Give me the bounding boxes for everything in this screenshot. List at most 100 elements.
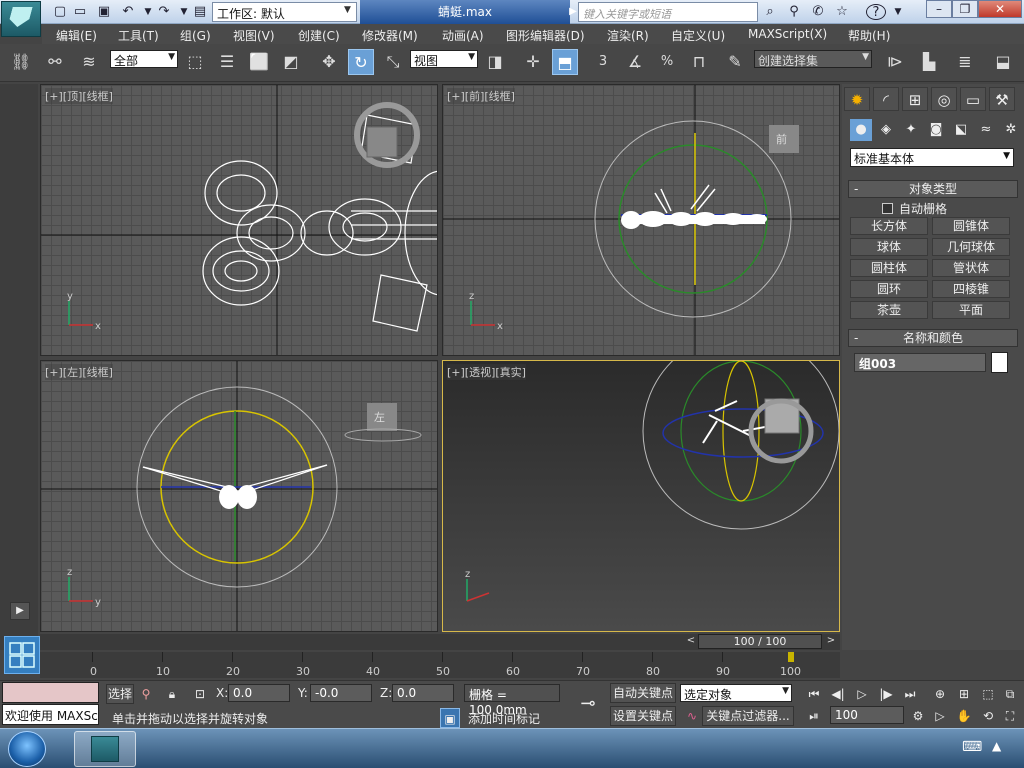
redo-dropdown-icon[interactable]: ▼ xyxy=(176,4,192,20)
maximize-viewport-icon[interactable]: ⛶ xyxy=(1000,706,1020,726)
save-file-icon[interactable]: ▣ xyxy=(96,4,112,20)
viewport-left[interactable]: [+][左][线框] 左 z y xyxy=(40,360,438,632)
window-crossing-icon[interactable]: ◩ xyxy=(278,49,304,75)
angle-snap-icon[interactable]: ∡ xyxy=(622,49,648,75)
bind-space-warp-icon[interactable]: ≋ xyxy=(76,49,102,75)
pan-icon[interactable]: ✋ xyxy=(954,706,974,726)
zoom-extents-all-icon[interactable]: ⧉ xyxy=(1000,684,1020,704)
motion-tab-icon[interactable]: ◎ xyxy=(931,87,957,111)
orbit-icon[interactable]: ⟲ xyxy=(978,706,998,726)
start-button[interactable] xyxy=(8,731,46,767)
menu-group[interactable]: 组(G) xyxy=(180,27,211,44)
taskbar-3dsmax-button[interactable] xyxy=(74,731,136,767)
redo-icon[interactable]: ↷ xyxy=(156,4,172,20)
menu-views[interactable]: 视图(V) xyxy=(233,27,275,44)
undo-icon[interactable]: ↶ xyxy=(120,4,136,20)
expand-arrow-icon[interactable]: ▶ xyxy=(10,602,30,620)
lights-icon[interactable]: ✦ xyxy=(900,119,922,141)
maxscript-listener-input[interactable]: 欢迎使用 MAXScr xyxy=(2,704,99,725)
utilities-tab-icon[interactable]: ⚒ xyxy=(989,87,1015,111)
go-to-end-icon[interactable]: ⏭ xyxy=(900,684,920,704)
time-configuration-icon[interactable]: ⚙ xyxy=(908,706,928,726)
cameras-icon[interactable]: ◙ xyxy=(925,119,947,141)
viewport-top[interactable]: [+][顶][线框] y x xyxy=(40,84,438,356)
selection-filter-dropdown[interactable]: 全部 ▼ xyxy=(110,50,178,68)
zoom-all-icon[interactable]: ⊞ xyxy=(954,684,974,704)
layer-manager-icon[interactable]: ≣ xyxy=(952,49,978,75)
viewport-layout-button[interactable] xyxy=(4,636,40,674)
app-logo-button[interactable] xyxy=(1,1,41,37)
cone-button[interactable]: 圆锥体 xyxy=(932,217,1010,235)
subscription-icon[interactable]: ⚲ xyxy=(786,4,802,20)
close-button[interactable]: ✕ xyxy=(978,0,1022,18)
menu-graph-editors[interactable]: 图形编辑器(D) xyxy=(506,27,585,44)
key-mode-dropdown[interactable]: 选定对象 ▼ xyxy=(680,684,792,702)
keyboard-shortcut-override-icon[interactable]: ⬒ xyxy=(552,49,578,75)
create-tab-icon[interactable]: ✹ xyxy=(844,87,870,111)
shapes-icon[interactable]: ◈ xyxy=(875,119,897,141)
restore-button[interactable]: ❐ xyxy=(952,0,978,18)
pivot-center-icon[interactable]: ◨ xyxy=(482,49,508,75)
time-slider-thumb[interactable]: 100 / 100 xyxy=(698,634,822,649)
open-file-icon[interactable]: ▭ xyxy=(72,4,88,20)
hierarchy-tab-icon[interactable]: ⊞ xyxy=(902,87,928,111)
search-input[interactable]: 键入关键字或短语 xyxy=(578,2,758,22)
key-filters-button[interactable]: 关键点过滤器... xyxy=(702,706,794,726)
geometry-icon[interactable]: ● xyxy=(850,119,872,141)
teapot-button[interactable]: 茶壶 xyxy=(850,301,928,319)
modify-tab-icon[interactable]: ◜ xyxy=(873,87,899,111)
add-time-tag-label[interactable]: 添加时间标记 xyxy=(468,710,540,727)
go-to-start-icon[interactable]: ⏮ xyxy=(804,684,824,704)
reference-coordinate-dropdown[interactable]: 视图 ▼ xyxy=(410,50,478,68)
prev-frame-arrow-icon[interactable]: < xyxy=(684,635,698,649)
scale-icon[interactable]: ⤡ xyxy=(380,49,406,75)
tube-button[interactable]: 管状体 xyxy=(932,259,1010,277)
named-selection-dropdown[interactable]: 创建选择集 ▼ xyxy=(754,50,872,68)
tray-arrow-icon[interactable]: ▲ xyxy=(992,739,1001,753)
help-dropdown-icon[interactable]: ▼ xyxy=(890,4,906,20)
maxscript-listener-output[interactable] xyxy=(2,682,99,703)
menu-customize[interactable]: 自定义(U) xyxy=(671,27,725,44)
systems-icon[interactable]: ✲ xyxy=(1000,119,1022,141)
viewport-front[interactable]: [+][前][线框] 前 z x xyxy=(442,84,840,356)
favorites-star-icon[interactable]: ☆ xyxy=(834,4,850,20)
project-folder-icon[interactable]: ▤ xyxy=(192,4,208,20)
next-frame-arrow-icon[interactable]: > xyxy=(824,635,838,649)
rotate-icon[interactable]: ↻ xyxy=(348,49,374,75)
menu-tools[interactable]: 工具(T) xyxy=(118,27,159,44)
edit-named-selection-icon[interactable]: ✎ xyxy=(722,49,748,75)
isolate-selection-icon[interactable]: ⚲ xyxy=(136,684,156,704)
menu-help[interactable]: 帮助(H) xyxy=(848,27,890,44)
move-icon[interactable]: ✥ xyxy=(316,49,342,75)
pyramid-button[interactable]: 四棱锥 xyxy=(932,280,1010,298)
keyboard-icon[interactable]: ⌨ xyxy=(962,739,982,755)
selection-lock-icon[interactable]: 🔒︎ xyxy=(162,684,182,704)
view-cube-front-label[interactable]: 前 xyxy=(776,132,787,146)
previous-frame-icon[interactable]: ◀| xyxy=(828,684,848,704)
set-key-key-icon[interactable]: ⊸ xyxy=(570,694,606,716)
undo-dropdown-icon[interactable]: ▼ xyxy=(140,4,156,20)
link-icon[interactable]: ⛓ xyxy=(8,49,34,75)
name-color-rollout[interactable]: - 名称和颜色 xyxy=(848,329,1018,347)
menu-rendering[interactable]: 渲染(R) xyxy=(607,27,649,44)
menu-modifiers[interactable]: 修改器(M) xyxy=(362,27,418,44)
field-of-view-icon[interactable]: ▷ xyxy=(930,706,950,726)
object-name-input[interactable]: 组003 xyxy=(854,353,986,372)
menu-maxscript[interactable]: MAXScript(X) xyxy=(748,27,827,41)
x-coordinate-input[interactable]: 0.0 xyxy=(228,684,290,702)
viewport-perspective[interactable]: [+][透视][真实] z xyxy=(442,360,840,632)
cylinder-button[interactable]: 圆柱体 xyxy=(850,259,928,277)
binoculars-icon[interactable]: ⌕ xyxy=(762,4,778,20)
geosphere-button[interactable]: 几何球体 xyxy=(932,238,1010,256)
plane-button[interactable]: 平面 xyxy=(932,301,1010,319)
sphere-button[interactable]: 球体 xyxy=(850,238,928,256)
next-frame-icon[interactable]: |▶ xyxy=(876,684,896,704)
object-color-swatch[interactable] xyxy=(991,352,1008,373)
unlink-icon[interactable]: ⚯ xyxy=(42,49,68,75)
selection-button[interactable]: 选择 xyxy=(106,684,134,704)
object-type-rollout[interactable]: - 对象类型 xyxy=(848,180,1018,198)
communication-center-icon[interactable]: ✆ xyxy=(810,4,826,20)
menu-edit[interactable]: 编辑(E) xyxy=(56,27,97,44)
current-frame-input[interactable]: 100 xyxy=(830,706,904,724)
box-button[interactable]: 长方体 xyxy=(850,217,928,235)
